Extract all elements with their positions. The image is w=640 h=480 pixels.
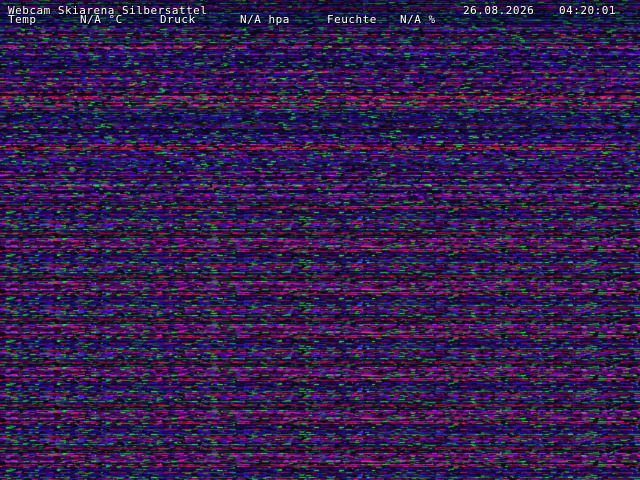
static-noise-image — [0, 0, 640, 480]
webcam-image: Webcam Skiarena Silbersattel 26.08.2026 … — [0, 0, 640, 480]
